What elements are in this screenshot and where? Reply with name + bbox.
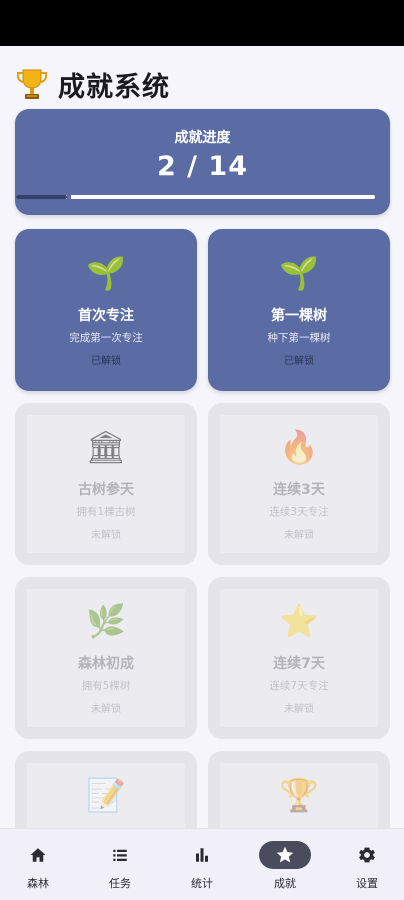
achievement-desc: 连续3天专注 — [269, 506, 329, 518]
achievements-screen: 成就系统 成就进度 2 / 14 🌱 首次专注 完成第一次专注 已解锁 🌱 第一棵树 种下第… — [0, 46, 404, 828]
achievement-name: 森林初成 — [78, 656, 134, 672]
progress-card: 成就进度 2 / 14 — [15, 109, 390, 215]
achievement-name: 首次专注 — [78, 308, 134, 324]
nav-item-2[interactable]: 统计 — [162, 829, 242, 900]
home-icon — [12, 841, 64, 869]
star-icon — [259, 841, 311, 869]
achievement-card[interactable]: 🌿 森林初成拥有5棵树未解锁 — [15, 577, 197, 739]
nav-label: 统计 — [191, 877, 213, 890]
fire-icon: 🔥 — [279, 428, 319, 466]
progress-bar-fill — [16, 195, 68, 199]
achievement-name: 连续7天 — [273, 656, 325, 672]
achievement-name: 连续3天 — [273, 482, 325, 498]
achievement-status: 未解锁 — [284, 704, 314, 715]
achievement-desc: 完成第一次专注 — [69, 332, 143, 344]
achievement-card[interactable]: 🏆 — [208, 751, 390, 828]
achievement-card[interactable]: 🌱 首次专注完成第一次专注 已解锁 — [15, 229, 197, 391]
page-header: 成就系统 — [16, 64, 170, 104]
achievement-status: 已解锁 — [91, 356, 121, 367]
achievement-name: 第一棵树 — [271, 308, 327, 324]
classical-building-icon: 🏛 — [85, 428, 127, 466]
achievement-desc: 种下第一棵树 — [267, 332, 331, 344]
nav-item-4[interactable]: 设置 — [327, 829, 404, 900]
page-title: 成就系统 — [58, 71, 170, 103]
seedling-icon: 🌱 — [86, 254, 126, 292]
achievement-desc: 拥有1棵古树 — [76, 506, 136, 518]
achievement-status: 未解锁 — [91, 704, 121, 715]
seedling-icon: 🌱 — [279, 254, 319, 292]
nav-item-3[interactable]: 成就 — [245, 829, 325, 900]
achievement-card[interactable]: ⭐ 连续7天连续7天专注 未解锁 — [208, 577, 390, 739]
list-icon — [94, 841, 146, 869]
memo-icon: 📝 — [86, 776, 126, 814]
bottom-nav: 森林 任务 统计 成就 设置 — [0, 828, 404, 900]
achievement-name: 古树参天 — [78, 482, 134, 498]
achievement-card[interactable]: 📝 — [15, 751, 197, 828]
progress-label: 成就进度 — [174, 130, 231, 146]
trophy-icon: 🏆 — [279, 776, 319, 814]
herb-icon: 🌿 — [86, 602, 126, 640]
achievement-desc: 拥有5棵树 — [81, 680, 131, 692]
achievement-card[interactable]: 🔥 连续3天连续3天专注 未解锁 — [208, 403, 390, 565]
nav-item-1[interactable]: 任务 — [80, 829, 160, 900]
nav-label: 任务 — [109, 877, 131, 890]
achievement-status: 未解锁 — [284, 530, 314, 541]
achievement-desc: 连续7天专注 — [269, 680, 329, 692]
bar-chart-icon — [176, 841, 228, 869]
status-bar — [0, 0, 404, 46]
progress-value: 2 / 14 — [156, 151, 249, 182]
nav-item-0[interactable]: 森林 — [0, 829, 78, 900]
progress-bar — [16, 195, 375, 199]
nav-label: 成就 — [274, 877, 296, 890]
achievement-card[interactable]: 🏛 古树参天拥有1棵古树 未解锁 — [15, 403, 197, 565]
nav-label: 森林 — [27, 877, 49, 890]
star-icon: ⭐ — [279, 602, 319, 640]
gear-icon — [341, 841, 393, 869]
achievement-card[interactable]: 🌱 第一棵树种下第一棵树 已解锁 — [208, 229, 390, 391]
achievement-status: 未解锁 — [91, 530, 121, 541]
achievement-status: 已解锁 — [284, 356, 314, 367]
trophy-icon — [17, 69, 47, 99]
nav-label: 设置 — [356, 877, 378, 890]
progress-bar-gap — [67, 195, 72, 199]
